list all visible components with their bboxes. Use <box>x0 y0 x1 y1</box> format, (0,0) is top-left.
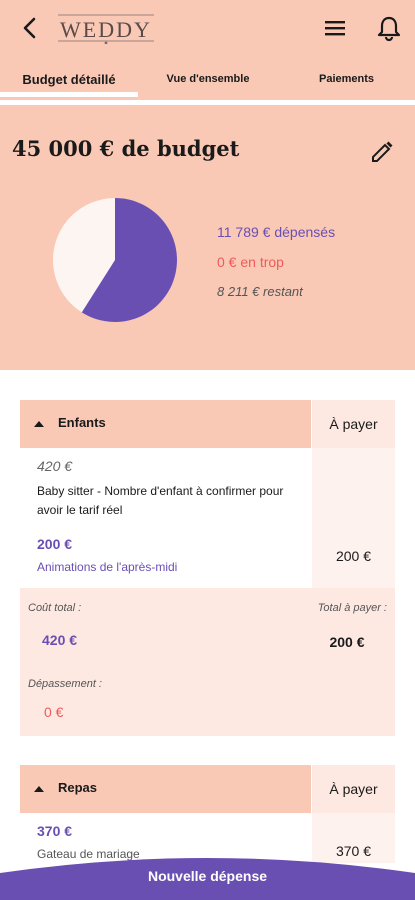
spent-amount: 200 € <box>37 536 73 552</box>
to-pay-amount: 200 € <box>335 548 372 564</box>
spent-label: Animations de l'après-midi <box>37 560 178 574</box>
expense-item[interactable]: 420 € Baby sitter - Nombre d'enfant à co… <box>20 448 395 588</box>
total-cost-label: Coût total : <box>28 602 82 614</box>
remaining-amount: 8 211 € restant <box>217 284 303 299</box>
budget-pie-chart <box>53 198 178 322</box>
category-totals: Coût total : 420 € Total à payer : 200 €… <box>20 588 395 736</box>
notification-bell-icon[interactable] <box>376 14 402 42</box>
overrun-label: Dépassement : <box>28 678 102 690</box>
to-pay-column-header: À payer <box>312 400 395 448</box>
expense-description: Baby sitter - Nombre d'enfant à confirme… <box>37 484 284 517</box>
back-arrow-icon[interactable] <box>16 14 42 42</box>
total-cost-value: 420 € <box>42 632 78 648</box>
spent-amount: 11 789 € dépensés <box>217 224 336 240</box>
tab-paiements[interactable]: Paiements <box>278 58 415 100</box>
category-card-enfants: Enfants À payer 420 € Baby sitter - Nomb… <box>20 400 395 736</box>
category-header[interactable]: Repas À payer <box>20 765 395 813</box>
logo-text: WEDDY <box>60 17 152 42</box>
to-pay-column <box>312 448 395 588</box>
category-name: Enfants <box>58 415 106 430</box>
summary-panel-curve <box>0 330 415 366</box>
edit-pencil-icon[interactable] <box>370 140 394 164</box>
category-header[interactable]: Enfants À payer <box>20 400 395 448</box>
spent-amount: 370 € <box>37 823 73 839</box>
planned-amount: 420 € <box>37 458 73 474</box>
category-card-repas: Repas À payer 370 € Gateau de mariage 37… <box>20 765 395 863</box>
tab-vue-ensemble[interactable]: Vue d'ensemble <box>138 58 278 100</box>
collapse-caret-icon[interactable] <box>34 420 44 428</box>
total-to-pay-value: 200 € <box>329 634 365 650</box>
budget-total-title: 45 000 € de budget <box>12 136 240 161</box>
to-pay-column-header: À payer <box>312 765 395 813</box>
collapse-caret-icon[interactable] <box>34 785 44 793</box>
weddy-logo: WEDDY <box>56 12 156 44</box>
total-to-pay-label: Total à payer : <box>317 602 387 614</box>
app-bar: WEDDY <box>0 0 415 58</box>
hamburger-menu-icon[interactable] <box>322 16 348 40</box>
active-tab-indicator <box>0 92 138 97</box>
overrun-value: 0 € <box>44 704 64 720</box>
category-name: Repas <box>58 780 98 795</box>
overspent-amount: 0 € en trop <box>217 254 284 270</box>
new-expense-button[interactable]: Nouvelle dépense <box>0 868 415 884</box>
